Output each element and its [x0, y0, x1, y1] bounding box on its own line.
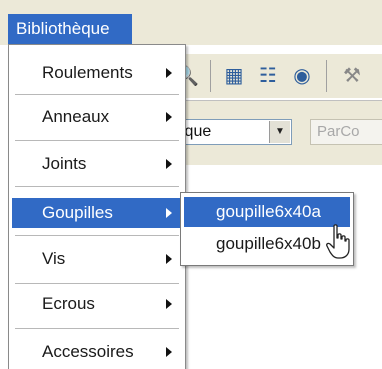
menu-item-vis[interactable]: Vis — [12, 244, 182, 274]
grid-icon[interactable]: ▦ — [222, 64, 246, 88]
menu-separator — [15, 186, 179, 187]
submenu-item-goupille6x40a[interactable]: goupille6x40a — [184, 197, 350, 227]
field-value: ParCo — [317, 123, 360, 140]
menu-separator — [15, 328, 179, 329]
chevron-right-icon — [166, 68, 172, 78]
menu-item-label: Ecrous — [42, 294, 95, 313]
submenu-item-label: goupille6x40a — [216, 202, 321, 221]
menu-item-ecrous[interactable]: Ecrous — [12, 289, 182, 319]
menu-item-accessoires[interactable]: Accessoires — [12, 337, 182, 367]
menubar: Bibliothèque — [0, 0, 382, 45]
menu-item-joints[interactable]: Joints — [12, 149, 182, 179]
menu-item-label: Vis — [42, 249, 66, 268]
submenu-item-label: goupille6x40b — [216, 234, 321, 253]
menu-item-label: Roulements — [42, 63, 133, 82]
options-row: ique ▼ ParCo — [160, 100, 382, 165]
toolbar: 🔍 ▦ ☷ ◉ ⚒ — [160, 54, 382, 98]
menu-separator — [15, 235, 179, 236]
chevron-right-icon — [166, 254, 172, 264]
menu-item-label: Joints — [42, 154, 87, 173]
chevron-right-icon — [166, 299, 172, 309]
menu-item-roulements[interactable]: Roulements — [12, 58, 182, 88]
chevron-right-icon — [166, 208, 172, 218]
menu-item-label: Goupilles — [42, 203, 113, 222]
chart-icon[interactable]: ☷ — [256, 64, 280, 88]
parco-field[interactable]: ParCo — [310, 119, 382, 145]
chevron-right-icon — [166, 112, 172, 122]
chevron-right-icon — [166, 159, 172, 169]
menu-item-label: Anneaux — [42, 107, 110, 126]
type-combobox[interactable]: ique ▼ — [174, 119, 292, 145]
toolbar-separator — [326, 60, 327, 92]
tool-icon[interactable]: ⚒ — [340, 64, 364, 88]
menu-separator — [15, 94, 179, 95]
menu-bibliotheque[interactable]: Bibliothèque — [8, 14, 132, 44]
menu-separator — [15, 140, 179, 141]
toolbar-separator — [210, 60, 211, 92]
chevron-right-icon — [166, 347, 172, 357]
menu-item-label: Accessoires — [42, 342, 134, 361]
menu-item-goupilles[interactable]: Goupilles — [12, 198, 182, 228]
menu-separator — [15, 283, 179, 284]
chevron-down-icon[interactable]: ▼ — [269, 121, 290, 143]
menu-item-anneaux[interactable]: Anneaux — [12, 102, 182, 132]
disk-icon[interactable]: ◉ — [290, 64, 314, 88]
bibliotheque-menu: Roulements Anneaux Joints Goupilles Vis … — [8, 44, 186, 369]
hand-pointer-icon — [326, 224, 350, 259]
